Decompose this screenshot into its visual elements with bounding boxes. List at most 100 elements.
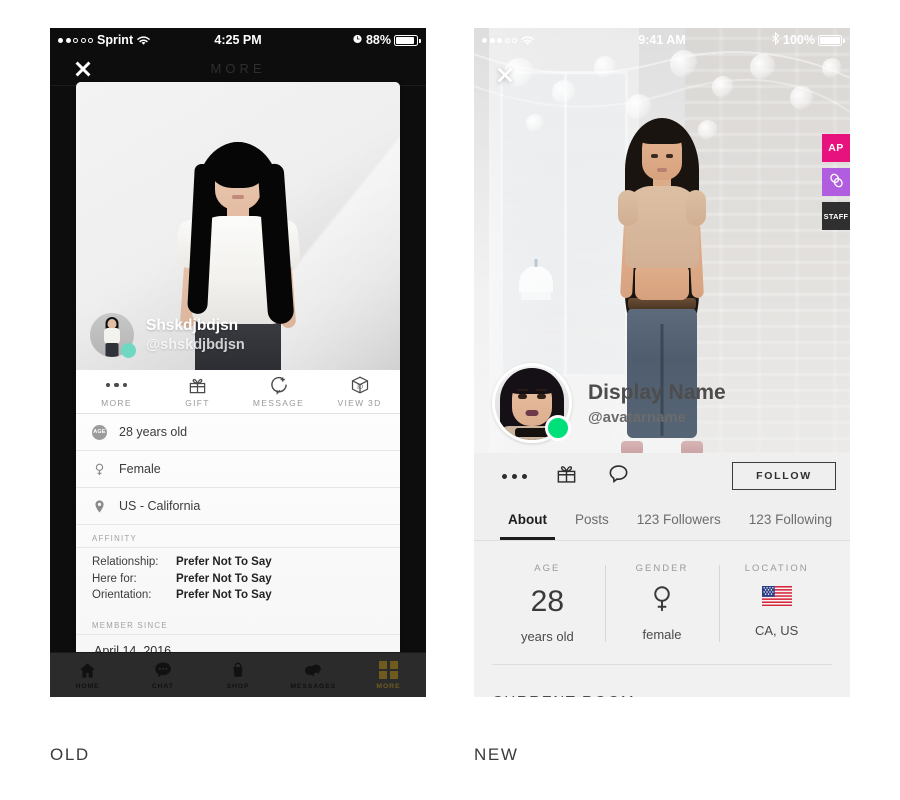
profile-tabs: About Posts 123 Followers 123 Following: [474, 499, 850, 541]
wifi-icon: [137, 35, 151, 45]
tab-followers-label: 123 Followers: [636, 512, 721, 527]
old-navbar: MORE: [50, 52, 426, 86]
new-signal-area: [482, 35, 534, 45]
avatar[interactable]: [492, 363, 572, 443]
svg-text:3D: 3D: [356, 384, 363, 390]
profile-badges: AP STAFF: [822, 134, 850, 230]
ellipsis-icon: [501, 473, 527, 479]
tab-followers[interactable]: 123 Followers: [623, 499, 735, 540]
tab-messages[interactable]: MESSAGES: [276, 660, 351, 690]
affinity-key: Relationship:: [92, 556, 159, 568]
old-signal-area: Sprint: [58, 33, 151, 47]
gift-button[interactable]: GIFT: [157, 376, 238, 408]
member-since-section-label: MEMBER SINCE: [76, 612, 400, 635]
home-icon: [78, 660, 97, 680]
tab-more-label: MORE: [376, 683, 401, 690]
tab-posts[interactable]: Posts: [561, 499, 623, 540]
tab-about-label: About: [508, 512, 547, 527]
more-button-label: MORE: [101, 397, 132, 408]
tab-more[interactable]: MORE: [351, 660, 426, 690]
info-row-age: AGE 28 years old: [76, 414, 400, 451]
affinity-value: Prefer Not To Say: [176, 556, 272, 568]
new-design-phone-screen: 9:41 AM 100% AP STAFF Display Name @avat…: [474, 28, 850, 697]
old-action-bar: MORE GIFT MESSAGE 3D VIEW 3D: [76, 370, 400, 414]
location-pin-icon: [92, 499, 114, 514]
tab-about[interactable]: About: [494, 499, 561, 540]
new-name-block: Display Name @avatarname: [588, 380, 726, 425]
more-button[interactable]: [488, 456, 540, 496]
tab-chat[interactable]: CHAT: [125, 660, 200, 690]
old-avatar-hero: Shskdjbdjsn @shskdjbdjsn: [76, 82, 400, 370]
battery-icon: [394, 34, 421, 46]
info-row-location: US - California: [76, 488, 400, 525]
display-name: Shskdjbdjsn: [146, 317, 239, 335]
stat-location-sub: CA, US: [755, 623, 799, 638]
username-handle: @avatarname: [588, 408, 687, 426]
message-button[interactable]: [592, 456, 644, 496]
tab-home[interactable]: HOME: [50, 660, 125, 690]
us-flag-icon: [761, 586, 792, 611]
tab-posts-label: Posts: [574, 512, 609, 527]
old-carrier-label: Sprint: [97, 33, 134, 47]
ap-badge-label: AP: [828, 142, 844, 154]
location-value: US - California: [119, 499, 201, 513]
affinity-key: Orientation:: [92, 589, 152, 601]
ellipsis-icon: [105, 376, 128, 395]
tab-chat-label: CHAT: [151, 683, 174, 690]
chat-icon: [153, 660, 173, 680]
shop-bag-icon: [229, 660, 247, 680]
avatar[interactable]: [90, 313, 136, 358]
username-handle: @shskdjbdjsn: [146, 336, 245, 353]
new-action-bar: FOLLOW: [474, 453, 850, 499]
tab-shop[interactable]: SHOP: [200, 660, 275, 690]
affinity-row-relationship: Relationship: Prefer Not To Say: [92, 554, 384, 571]
old-status-right: 88%: [352, 33, 421, 47]
link-chain-icon: [828, 172, 845, 192]
affinity-row-here-for: Here for: Prefer Not To Say: [92, 571, 384, 588]
affinity-table: Relationship: Prefer Not To Say Here for…: [76, 548, 400, 612]
messages-icon: [303, 660, 323, 680]
staff-badge[interactable]: STAFF: [822, 202, 850, 230]
tab-home-label: HOME: [75, 683, 100, 690]
grid-more-icon: [379, 660, 398, 680]
more-button[interactable]: MORE: [76, 376, 157, 408]
online-status-dot: [545, 415, 571, 441]
gift-icon: [188, 376, 207, 395]
about-stats-row: AGE 28 years old GENDER female LOCATION: [474, 541, 850, 664]
caption-old: OLD: [50, 745, 90, 764]
ap-badge[interactable]: AP: [822, 134, 850, 162]
follow-button[interactable]: FOLLOW: [732, 462, 836, 490]
old-status-bar: Sprint 4:25 PM 88%: [50, 28, 426, 52]
old-battery-label: 88%: [365, 33, 391, 47]
old-info-body: AGE 28 years old Female US - California …: [76, 414, 400, 670]
affinity-section-label: AFFINITY: [76, 525, 400, 548]
age-badge-icon: AGE: [92, 424, 114, 440]
tab-messages-label: MESSAGES: [290, 683, 337, 690]
view-3d-button[interactable]: 3D VIEW 3D: [319, 376, 400, 408]
tab-shop-label: SHOP: [226, 683, 250, 690]
current-room-label: CURRENT ROOM: [474, 665, 850, 697]
tab-following-label: 123 Following: [748, 512, 833, 527]
old-bottom-tabbar: HOME CHAT SHOP MESSAGES MORE: [50, 652, 426, 697]
caption-new: NEW: [474, 745, 519, 764]
female-icon: [647, 583, 677, 615]
alarm-icon: [352, 33, 363, 47]
link-badge[interactable]: [822, 168, 850, 196]
tab-following[interactable]: 123 Following: [735, 499, 846, 540]
signal-dots-icon: [482, 37, 517, 43]
affinity-value: Prefer Not To Say: [176, 589, 272, 601]
stat-age: AGE 28 years old: [490, 563, 605, 644]
wifi-icon: [521, 35, 534, 45]
message-button[interactable]: MESSAGE: [238, 376, 319, 408]
stat-location: LOCATION CA, US: [719, 563, 834, 644]
close-icon[interactable]: [494, 64, 516, 86]
follow-button-label: FOLLOW: [756, 470, 812, 482]
gift-button[interactable]: [540, 456, 592, 496]
new-status-bar: 9:41 AM 100%: [474, 28, 850, 52]
online-status-dot: [121, 343, 136, 358]
stat-location-label: LOCATION: [744, 563, 809, 574]
gender-value: Female: [119, 462, 161, 476]
gift-button-label: GIFT: [185, 397, 210, 408]
message-add-icon: [269, 376, 289, 395]
affinity-value: Prefer Not To Say: [176, 572, 272, 585]
